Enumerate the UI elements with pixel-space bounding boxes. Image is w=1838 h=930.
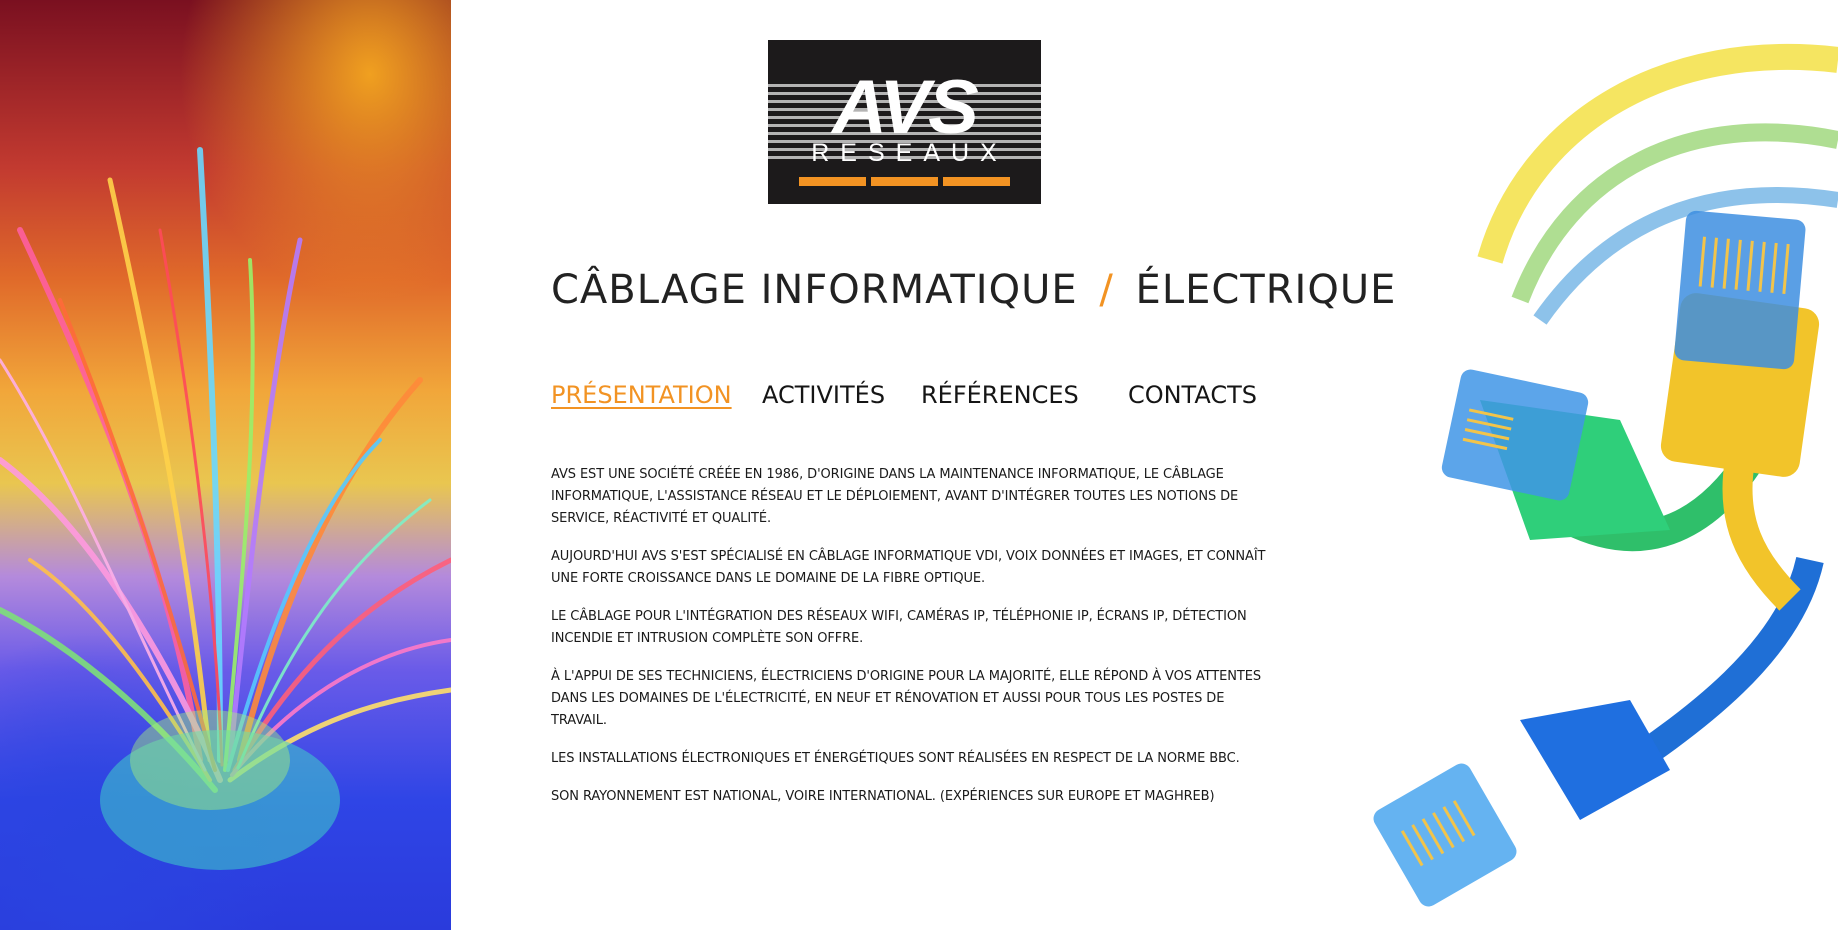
logo-mark: AVS	[832, 65, 979, 150]
nav-item-presentation[interactable]: PRÉSENTATION	[551, 378, 732, 412]
ethernet-cables-image	[1370, 0, 1838, 930]
nav-item-references[interactable]: RÉFÉRENCES	[921, 378, 1079, 412]
content-paragraph: AVS EST UNE SOCIÉTÉ CRÉÉE EN 1986, D'ORI…	[551, 467, 1239, 526]
content-paragraph: LE CÂBLAGE POUR L'INTÉGRATION DES RÉSEAU…	[551, 609, 1247, 646]
avs-reseaux-logo[interactable]: AVS RESEAUX	[768, 40, 1041, 204]
nav-item-contacts[interactable]: CONTACTS	[1128, 378, 1257, 412]
logo-bar	[799, 177, 866, 186]
content-paragraph: LES INSTALLATIONS ÉLECTRONIQUES ET ÉNERG…	[551, 751, 1240, 766]
tagline-separator: /	[1099, 267, 1114, 313]
tagline-part2: ÉLECTRIQUE	[1135, 267, 1397, 313]
logo-accent-bars	[799, 177, 1010, 186]
tagline-part1: CÂBLAGE INFORMATIQUE	[551, 267, 1078, 313]
logo-bar	[871, 177, 938, 186]
content-paragraph: SON RAYONNEMENT EST NATIONAL, VOIRE INTE…	[551, 789, 1215, 804]
logo-subtitle: RESEAUX	[811, 139, 1008, 167]
fiber-strands-illustration	[0, 147, 451, 870]
content-paragraph: AUJOURD'HUI AVS S'EST SPÉCIALISÉ EN CÂBL…	[551, 549, 1266, 586]
main-nav: PRÉSENTATION ACTIVITÉS RÉFÉRENCES CONTAC…	[551, 378, 1257, 412]
content-paragraph: À L'APPUI DE SES TECHNICIENS, ÉLECTRICIE…	[551, 669, 1261, 728]
page-tagline: CÂBLAGE INFORMATIQUE / ÉLECTRIQUE	[551, 266, 1395, 314]
presentation-content: AVS EST UNE SOCIÉTÉ CRÉÉE EN 1986, D'ORI…	[551, 464, 1267, 824]
logo-bar	[943, 177, 1010, 186]
rj45-cables-illustration	[1373, 43, 1838, 907]
nav-item-activites[interactable]: ACTIVITÉS	[762, 378, 885, 412]
fiber-optic-image	[0, 0, 451, 930]
